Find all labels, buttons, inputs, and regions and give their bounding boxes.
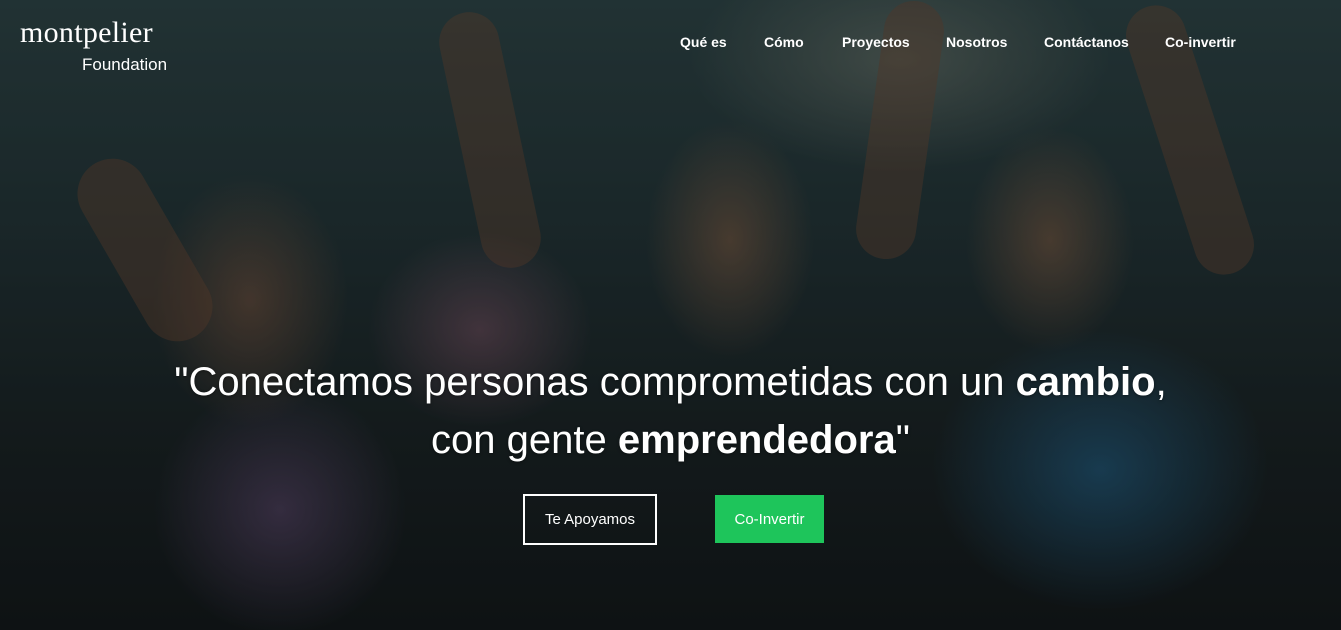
nav-item-co-invertir[interactable]: Co-invertir [1165, 34, 1236, 50]
site-logo[interactable]: montpelier Foundation [20, 16, 168, 74]
dark-overlay [0, 0, 1341, 630]
headline-line-1: "Conectamos personas comprometidas con u… [174, 359, 1167, 404]
headline-line-2: con gente emprendedora" [431, 417, 910, 462]
nav-item-proyectos[interactable]: Proyectos [842, 34, 910, 50]
nav-item-nosotros[interactable]: Nosotros [946, 34, 1007, 50]
logo-wordmark: montpelier [20, 16, 153, 49]
headline-emphasis-emprendedora: emprendedora [617, 417, 896, 462]
te-apoyamos-button[interactable]: Te Apoyamos [523, 494, 657, 545]
hero-background-photo [0, 0, 1341, 630]
co-invertir-button[interactable]: Co-Invertir [715, 495, 824, 543]
logo-subtitle: Foundation [82, 55, 168, 74]
nav-item-como[interactable]: Cómo [764, 34, 804, 50]
nav-item-contactanos[interactable]: Contáctanos [1044, 34, 1129, 50]
nav-item-que-es[interactable]: Qué es [680, 34, 727, 50]
headline-emphasis-cambio: cambio [1015, 359, 1156, 404]
hero-headline: "Conectamos personas comprometidas con u… [0, 353, 1341, 469]
